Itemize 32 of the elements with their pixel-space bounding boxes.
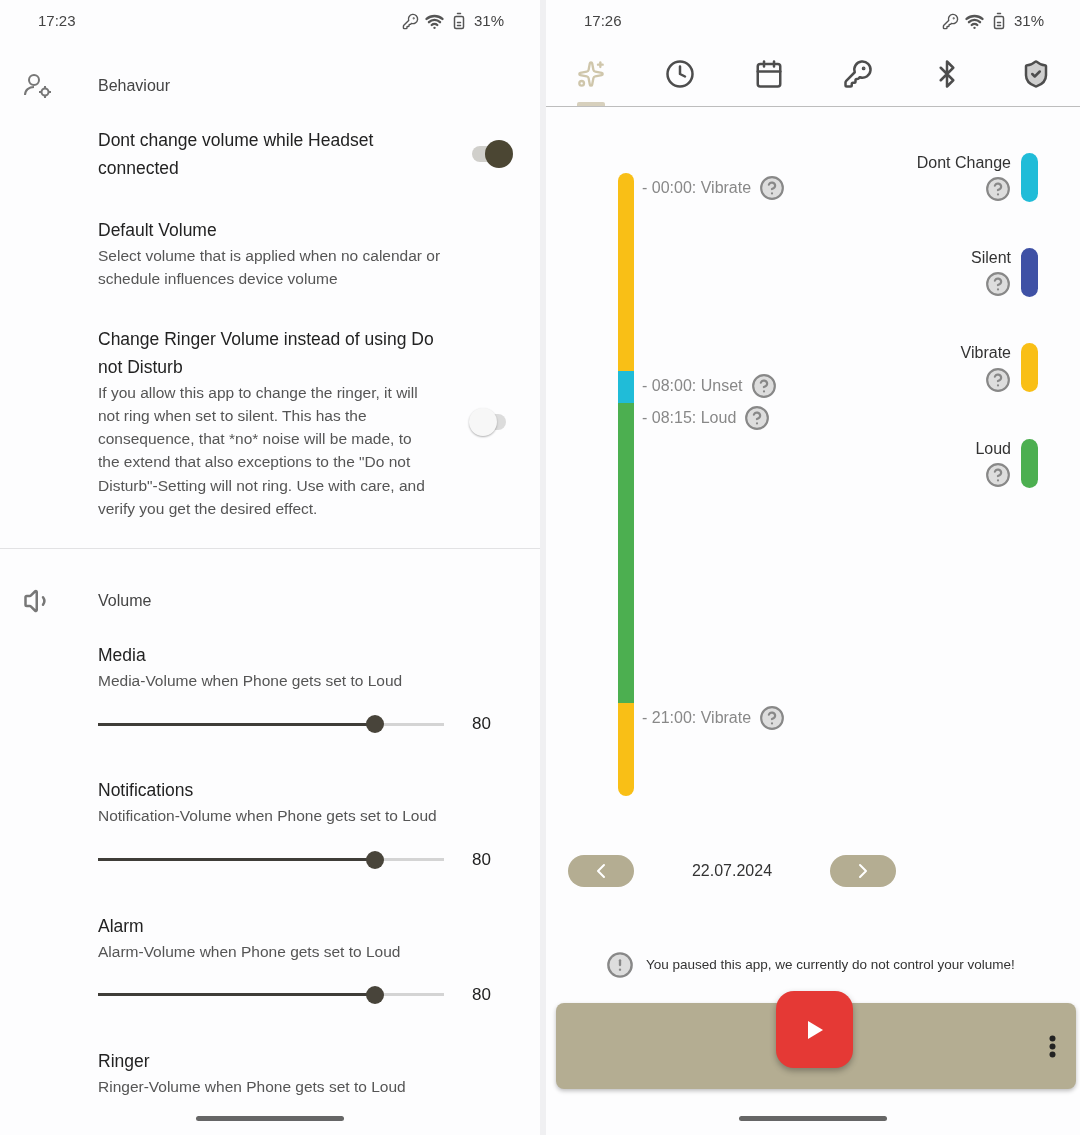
section-header: Volume bbox=[98, 591, 152, 612]
date-text: 22.07.2024 bbox=[690, 862, 774, 880]
setting-description: Ringer-Volume when Phone gets set to Loud bbox=[98, 1076, 407, 1097]
slider-value: 80 bbox=[472, 849, 491, 870]
timeline-label: - 08:00: Unset bbox=[642, 376, 743, 397]
paused-notice: You paused this app, we currently do not control your volume! bbox=[646, 956, 1015, 975]
setting-title: Dont change volume while Headset connected bbox=[98, 129, 375, 180]
battery-percent: 31% bbox=[473, 11, 504, 32]
section-header: Behaviour bbox=[98, 76, 171, 97]
status-time: 17:23 bbox=[38, 11, 76, 32]
setting-title: Notifications bbox=[98, 779, 195, 803]
setting-title: Ringer bbox=[98, 1049, 151, 1073]
timeline-label: - 08:15: Loud bbox=[642, 408, 737, 429]
setting-title: Default Volume bbox=[98, 219, 218, 242]
setting-description: Notification-Volume when Phone gets set to Loud bbox=[98, 806, 438, 827]
setting-title: Media bbox=[98, 644, 147, 667]
legend-label: Silent bbox=[970, 248, 1011, 269]
setting-description: Media-Volume when Phone gets set to Loud bbox=[98, 671, 404, 691]
setting-title: Change Ringer Volume instead of using Do not Disturb bbox=[98, 327, 435, 379]
legend-label: Dont Change bbox=[916, 153, 1011, 173]
legend-label: Loud bbox=[975, 438, 1011, 459]
slider-value: 80 bbox=[472, 714, 491, 735]
setting-description: If you allow this app to change the ringer, it will not ring when set to silent. This has the consequence, that *no* noise will be made, to the extend that also exceptions to the "Do not Disturb"-Setting will not ring. Use with care, and verify you get the desired effect. bbox=[98, 382, 426, 519]
timeline-label: - 21:00: Vibrate bbox=[642, 708, 752, 729]
timeline-label: - 00:00: Vibrate bbox=[642, 178, 752, 199]
setting-description: Select volume that is applied when no calendar or schedule influences device volume bbox=[98, 246, 442, 290]
battery-percent: 31% bbox=[1013, 11, 1044, 32]
slider-value: 80 bbox=[472, 984, 491, 1005]
legend-label: Vibrate bbox=[960, 343, 1011, 364]
setting-title: Alarm bbox=[98, 914, 145, 938]
setting-description: Alarm-Volume when Phone gets set to Loud bbox=[98, 941, 402, 962]
status-time: 17:26 bbox=[584, 11, 622, 32]
